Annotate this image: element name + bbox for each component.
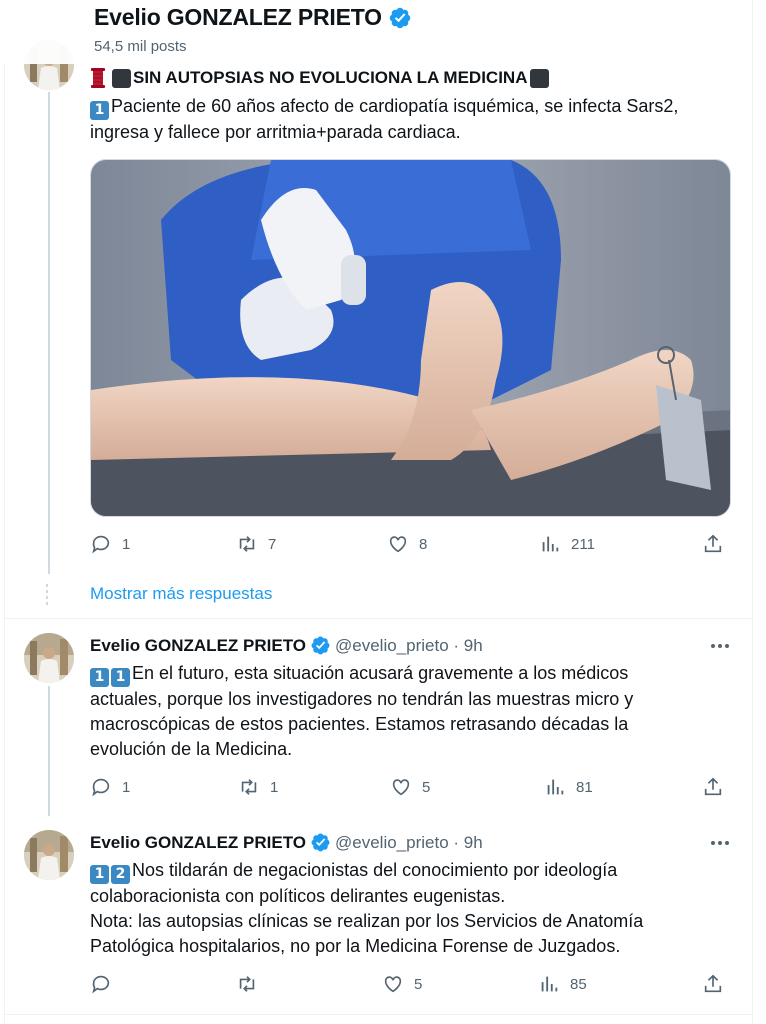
views-icon <box>541 976 558 992</box>
author-handle-time[interactable]: @evelio_prieto · 9h <box>335 636 483 656</box>
share-button[interactable] <box>702 776 724 798</box>
share-button[interactable] <box>702 533 724 555</box>
reply-button[interactable] <box>90 973 112 995</box>
views-count: 211 <box>571 535 595 553</box>
reply-icon <box>92 535 110 554</box>
share-icon <box>704 974 722 993</box>
tweet-text: 1 Paciente de 60 años afecto de cardiopat… <box>90 94 730 145</box>
repost-count: 1 <box>270 778 279 796</box>
verified-badge-icon <box>311 636 330 655</box>
tweet-media-image[interactable] <box>90 159 731 517</box>
profile-header: Evelio GONZALEZ PRIETO 54,5 mil posts <box>0 0 752 64</box>
reply-button[interactable]: 1 <box>90 533 130 555</box>
like-count: 8 <box>419 535 428 553</box>
views-button[interactable]: 85 <box>538 973 587 995</box>
like-icon <box>389 536 407 553</box>
tweet-title: SIN AUTOPSIAS NO EVOLUCIONA LA MEDICINA <box>133 68 528 87</box>
like-count: 5 <box>414 975 423 993</box>
like-button[interactable]: 5 <box>382 973 422 995</box>
more-icon[interactable] <box>708 833 732 853</box>
views-icon <box>542 536 559 552</box>
header-name: Evelio GONZALEZ PRIETO <box>94 4 382 30</box>
views-button[interactable]: 81 <box>544 776 593 798</box>
reply-text-line: En el futuro, esta situación acusará gra… <box>132 663 629 683</box>
keycap-number-icon: 1 <box>90 865 109 884</box>
reply-actions: 5 85 <box>90 973 730 1001</box>
divider <box>5 1014 752 1015</box>
like-icon <box>384 976 402 993</box>
views-count: 81 <box>576 778 593 796</box>
thread-view: Evelio GONZALEZ PRIETO 54,5 mil posts SI… <box>0 0 766 1024</box>
keycap-number-icon: 2 <box>111 865 130 884</box>
keycap-number-icon: 1 <box>90 101 109 120</box>
divider <box>5 618 752 619</box>
verified-badge-icon <box>311 833 330 852</box>
views-button[interactable]: 211 <box>539 533 595 555</box>
reply-actions: 1 1 5 81 <box>90 776 730 804</box>
repost-button[interactable] <box>236 973 258 995</box>
like-count: 5 <box>422 778 431 796</box>
reply-icon <box>92 975 110 994</box>
reply-text-line: Nos tildarán de negacionistas del conoci… <box>132 860 618 880</box>
reply-text-line: macroscópicas de estos pacientes. Estamo… <box>90 714 629 734</box>
author-name[interactable]: Evelio GONZALEZ PRIETO <box>90 833 306 853</box>
like-icon <box>392 779 410 796</box>
author-name[interactable]: Evelio GONZALEZ PRIETO <box>90 636 306 656</box>
column-border-right <box>752 0 753 1024</box>
reply-header: Evelio GONZALEZ PRIETO @evelio_prieto · … <box>90 635 483 656</box>
views-count: 85 <box>570 975 587 993</box>
views-icon <box>547 779 564 795</box>
post-count: 54,5 mil posts <box>94 38 187 55</box>
reply-text: 1 2 Nos tildarán de negacionistas del cono… <box>90 858 730 959</box>
share-button[interactable] <box>702 973 724 995</box>
tweet-actions: 1 7 8 211 <box>90 533 730 561</box>
repost-icon <box>239 976 255 992</box>
tweet-text-line: ingresa y fallece por arritmia+parada ca… <box>90 122 461 142</box>
thread-connector-line <box>48 686 50 816</box>
reply-count: 1 <box>122 778 131 796</box>
avatar-image <box>24 633 74 683</box>
show-more-replies-link[interactable]: Mostrar más respuestas <box>90 584 272 604</box>
share-icon <box>704 534 722 553</box>
reply-button[interactable]: 1 <box>90 776 130 798</box>
black-square-icon <box>112 68 131 88</box>
reply-text-line: colaboracionista con políticos delirante… <box>90 886 506 906</box>
column-border-left <box>4 0 5 1024</box>
thread-gap-dots <box>46 584 48 608</box>
reply-text-line: actuales, porque los investigadores no t… <box>90 689 634 709</box>
more-icon[interactable] <box>708 636 732 656</box>
repost-button[interactable]: 7 <box>236 533 276 555</box>
like-button[interactable]: 8 <box>387 533 427 555</box>
repost-icon <box>241 779 257 795</box>
verified-badge-icon <box>389 7 411 28</box>
spool-emoji-icon <box>90 68 106 88</box>
avatar-image <box>24 830 74 880</box>
autopsy-photo <box>91 160 730 516</box>
keycap-number-icon: 1 <box>90 668 109 687</box>
reply-text: 1 1 En el futuro, esta situación acusará g… <box>90 661 730 762</box>
repost-button[interactable]: 1 <box>238 776 278 798</box>
reply-text-line: evolución de la Medicina. <box>90 739 293 759</box>
avatar[interactable] <box>24 633 74 683</box>
header-title: Evelio GONZALEZ PRIETO <box>94 4 412 31</box>
tweet-text-line: Paciente de 60 años afecto de cardiopatí… <box>111 96 679 116</box>
author-handle-time[interactable]: @evelio_prieto · 9h <box>335 833 483 853</box>
share-icon <box>704 777 722 796</box>
reply-text-line: Nota: las autopsias clínicas se realizan… <box>90 911 644 931</box>
reply-count: 1 <box>122 535 131 553</box>
keycap-number-icon: 1 <box>111 668 130 687</box>
reply-icon <box>92 778 110 797</box>
avatar[interactable] <box>24 830 74 880</box>
thread-connector-line <box>48 92 50 574</box>
reply-text-line: Patológica hospitalarios, no por la Medi… <box>90 936 621 956</box>
reply-header: Evelio GONZALEZ PRIETO @evelio_prieto · … <box>90 832 483 853</box>
tweet-title-line: SIN AUTOPSIAS NO EVOLUCIONA LA MEDICINA <box>90 68 551 88</box>
repost-count: 7 <box>268 535 277 553</box>
like-button[interactable]: 5 <box>390 776 430 798</box>
black-square-icon <box>529 68 549 88</box>
repost-icon <box>239 536 255 552</box>
